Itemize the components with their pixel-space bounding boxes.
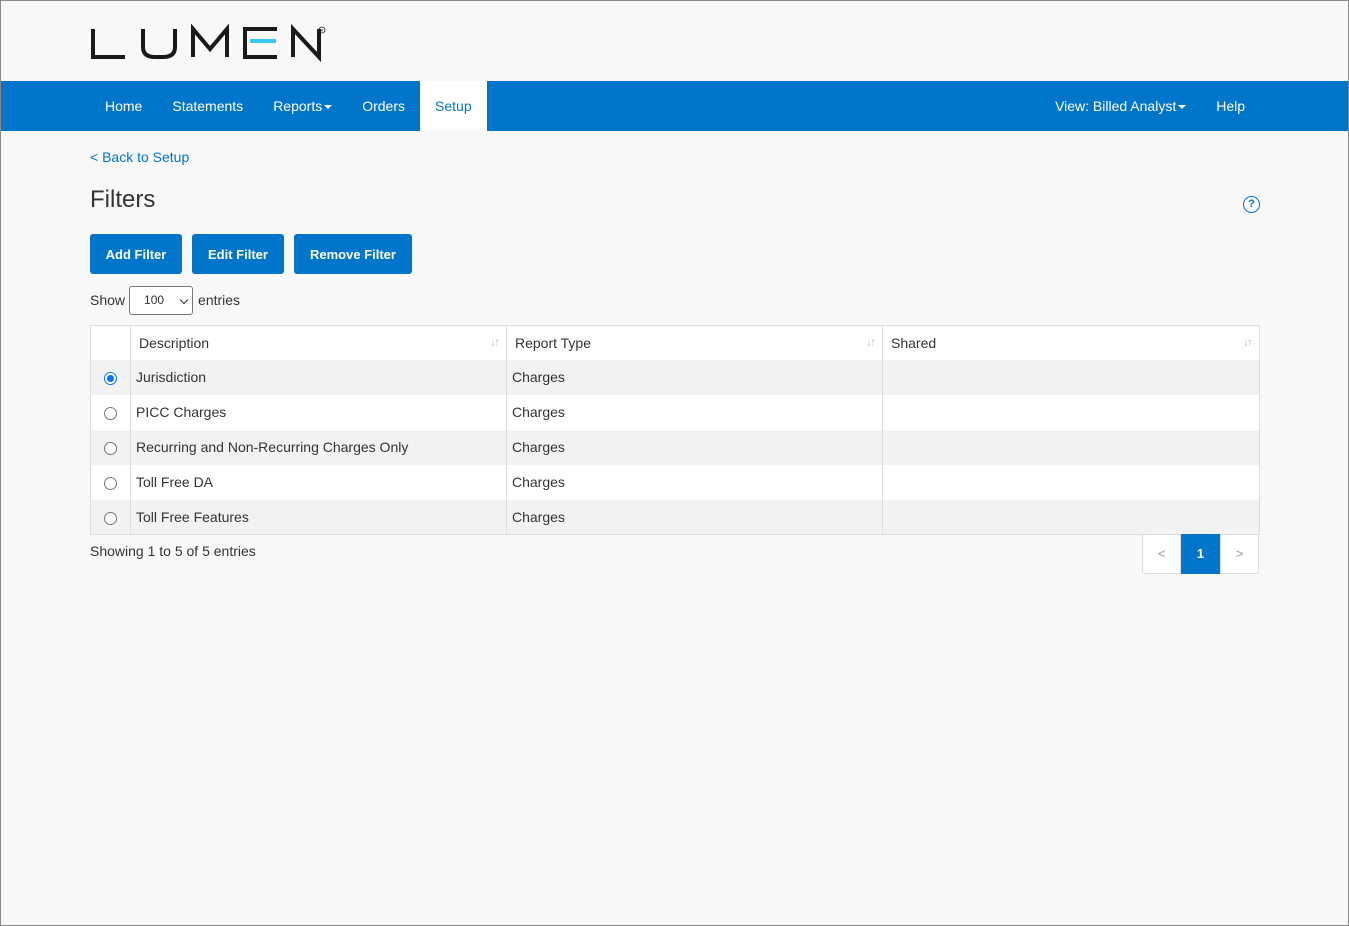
edit-filter-button[interactable]: Edit Filter — [192, 234, 284, 274]
table-info-text: Showing 1 to 5 of 5 entries — [90, 543, 256, 559]
pagination-page-1[interactable]: 1 — [1181, 534, 1220, 574]
row-select-radio[interactable] — [104, 476, 117, 490]
main-navbar: Home Statements Reports Orders Setup Vie… — [1, 81, 1348, 131]
row-select-radio[interactable] — [104, 406, 117, 420]
table-row[interactable]: Jurisdiction Charges — [90, 359, 1260, 395]
cell-report-type: Charges — [506, 394, 883, 430]
caret-down-icon — [1178, 105, 1187, 110]
cell-description: PICC Charges — [130, 394, 507, 430]
row-select-radio[interactable] — [104, 371, 117, 385]
chevron-down-icon — [179, 295, 189, 304]
back-to-setup-link[interactable]: < Back to Setup — [90, 149, 189, 165]
lumen-logo[interactable]: R — [90, 23, 330, 63]
filters-table: Description ↓↑ Report Type ↓↑ Shared ↓↑ … — [90, 325, 1260, 535]
header: R — [1, 1, 1348, 81]
nav-reports-dropdown[interactable]: Reports — [258, 81, 347, 131]
entries-label: entries — [198, 292, 241, 308]
cell-description: Toll Free Features — [130, 499, 507, 535]
sort-icon: ↓↑ — [1243, 335, 1253, 349]
show-label: Show — [90, 292, 126, 308]
table-row[interactable]: Toll Free Features Charges — [90, 499, 1260, 535]
cell-report-type: Charges — [506, 429, 883, 465]
cell-shared — [882, 464, 1260, 500]
cell-description: Jurisdiction — [130, 359, 507, 395]
pagination-prev-button[interactable]: < — [1142, 534, 1181, 574]
cell-shared — [882, 429, 1260, 465]
cell-report-type: Charges — [506, 359, 883, 395]
cell-shared — [882, 394, 1260, 430]
table-row[interactable]: Recurring and Non-Recurring Charges Only… — [90, 429, 1260, 465]
cell-shared — [882, 359, 1260, 395]
pagination: < 1 > — [1142, 534, 1259, 574]
sort-icon: ↓↑ — [866, 335, 876, 349]
row-select-radio[interactable] — [104, 511, 117, 525]
pagination-next-button[interactable]: > — [1220, 534, 1259, 574]
table-row[interactable]: PICC Charges Charges — [90, 394, 1260, 430]
nav-home[interactable]: Home — [90, 81, 157, 131]
nav-orders[interactable]: Orders — [347, 81, 420, 131]
row-select-radio[interactable] — [104, 441, 117, 455]
add-filter-button[interactable]: Add Filter — [90, 234, 182, 274]
cell-report-type: Charges — [506, 464, 883, 500]
entries-length-control: Show 100 entries — [90, 285, 240, 315]
help-icon[interactable]: ? — [1243, 196, 1260, 213]
nav-setup[interactable]: Setup — [420, 81, 487, 131]
cell-description: Toll Free DA — [130, 464, 507, 500]
cell-report-type: Charges — [506, 499, 883, 535]
table-header-row: Description ↓↑ Report Type ↓↑ Shared ↓↑ — [90, 325, 1260, 360]
sort-icon: ↓↑ — [490, 335, 500, 349]
table-row[interactable]: Toll Free DA Charges — [90, 464, 1260, 500]
cell-description: Recurring and Non-Recurring Charges Only — [130, 429, 507, 465]
nav-view-dropdown[interactable]: View: Billed Analyst — [1040, 81, 1201, 131]
svg-text:R: R — [321, 28, 324, 33]
nav-statements[interactable]: Statements — [157, 81, 258, 131]
page-title: Filters — [90, 186, 156, 213]
column-header-shared[interactable]: Shared ↓↑ — [882, 325, 1260, 360]
nav-help[interactable]: Help — [1201, 81, 1260, 131]
select-column-header — [90, 325, 131, 360]
column-header-description[interactable]: Description ↓↑ — [130, 325, 507, 360]
entries-per-page-select[interactable]: 100 — [129, 285, 194, 315]
column-header-report-type[interactable]: Report Type ↓↑ — [506, 325, 883, 360]
cell-shared — [882, 499, 1260, 535]
caret-down-icon — [324, 105, 333, 110]
remove-filter-button[interactable]: Remove Filter — [294, 234, 412, 274]
